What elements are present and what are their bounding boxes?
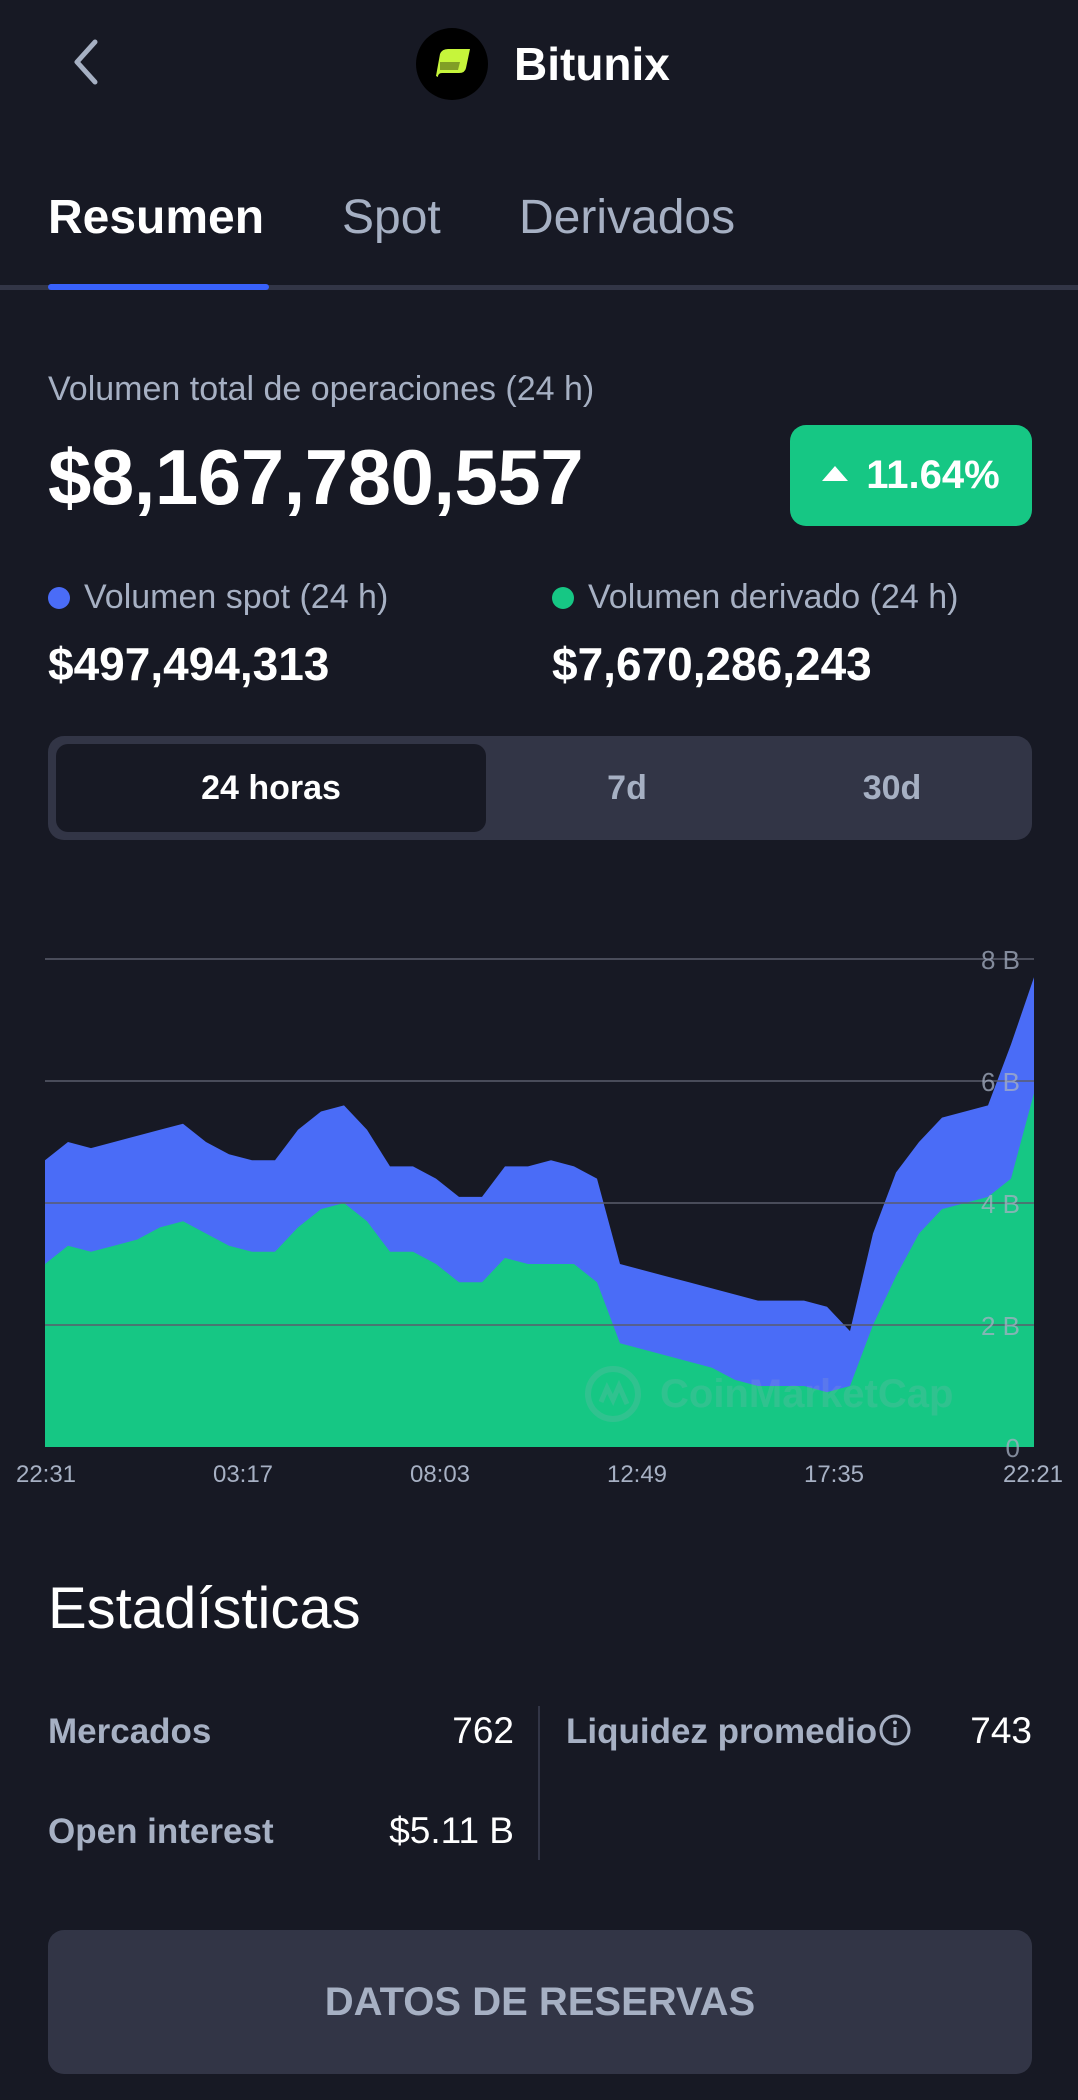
- change-percent: 11.64%: [866, 453, 1000, 497]
- spot-volume-block: Volumen spot (24 h) $497,494,313: [48, 578, 388, 691]
- y-tick-label: 6 B: [981, 1067, 1020, 1097]
- total-volume-value: $8,167,780,557: [48, 433, 584, 521]
- open-interest-value: $5.11 B: [389, 1810, 514, 1851]
- stats-divider: [538, 1706, 540, 1860]
- statistics-panel: Mercados 762 Open interest $5.11 B Liqui…: [0, 1700, 1078, 1870]
- chevron-left-icon: [74, 39, 98, 85]
- x-tick-label: 08:03: [410, 1461, 470, 1488]
- y-tick-label: 0: [1006, 1433, 1020, 1463]
- change-badge: 11.64%: [790, 425, 1032, 526]
- derivative-volume-block: Volumen derivado (24 h) $7,670,286,243: [552, 578, 958, 691]
- chart-watermark: CoinMarketCap: [660, 1372, 953, 1416]
- range-24h-button[interactable]: 24 horas: [56, 744, 486, 832]
- y-tick-label: 4 B: [981, 1189, 1020, 1219]
- markets-value: 762: [452, 1710, 514, 1751]
- volume-area-chart: CoinMarketCap 8 B 6 B 4 B 2 B 0 22:31 03:17 08…: [16, 945, 1063, 1488]
- derivative-volume-value: $7,670,286,243: [552, 638, 872, 690]
- tab-derivados[interactable]: Derivados: [519, 190, 735, 245]
- x-tick-label: 12:49: [607, 1461, 667, 1488]
- x-tick-label: 22:31: [16, 1461, 76, 1488]
- liquidity-value: 743: [970, 1710, 1032, 1751]
- tab-bar: Resumen Spot Derivados: [0, 150, 1078, 290]
- reserve-data-button[interactable]: DATOS DE RESERVAS: [48, 1930, 1032, 2074]
- bitunix-logo-icon: [416, 28, 488, 100]
- range-30d-button[interactable]: 30d: [760, 744, 1024, 832]
- info-icon[interactable]: [878, 1713, 912, 1747]
- x-tick-label: 22:21: [1003, 1461, 1063, 1488]
- x-tick-label: 17:35: [804, 1461, 864, 1488]
- time-range-toggle: 24 horas 7d 30d: [48, 736, 1032, 840]
- spot-legend-dot: [48, 586, 70, 609]
- y-tick-label: 2 B: [981, 1311, 1020, 1341]
- statistics-title: Estadísticas: [48, 1576, 361, 1641]
- total-volume-label: Volumen total de operaciones (24 h): [48, 370, 595, 408]
- tab-spot[interactable]: Spot: [342, 190, 441, 245]
- range-7d-button[interactable]: 7d: [494, 744, 760, 832]
- y-tick-label: 8 B: [981, 945, 1020, 975]
- spot-volume-label: Volumen spot (24 h): [84, 578, 389, 616]
- volume-chart[interactable]: CoinMarketCap 8 B 6 B 4 B 2 B 0 22:31 03:17 08…: [0, 900, 1078, 1500]
- x-tick-label: 03:17: [213, 1461, 273, 1488]
- app-header: Bitunix: [0, 0, 1078, 130]
- tab-resumen[interactable]: Resumen: [48, 190, 264, 245]
- back-button[interactable]: [60, 36, 112, 88]
- exchange-name: Bitunix: [514, 38, 670, 90]
- derivative-volume-label: Volumen derivado (24 h): [588, 578, 959, 616]
- derivative-legend-dot: [552, 586, 574, 609]
- open-interest-label: Open interest: [48, 1812, 274, 1851]
- caret-up-icon: [822, 466, 849, 481]
- spot-volume-value: $497,494,313: [48, 638, 330, 690]
- liquidity-label: Liquidez promedio: [566, 1712, 878, 1751]
- exchange-brand: Bitunix: [416, 27, 670, 101]
- markets-label: Mercados: [48, 1712, 212, 1751]
- active-tab-indicator: [48, 284, 269, 290]
